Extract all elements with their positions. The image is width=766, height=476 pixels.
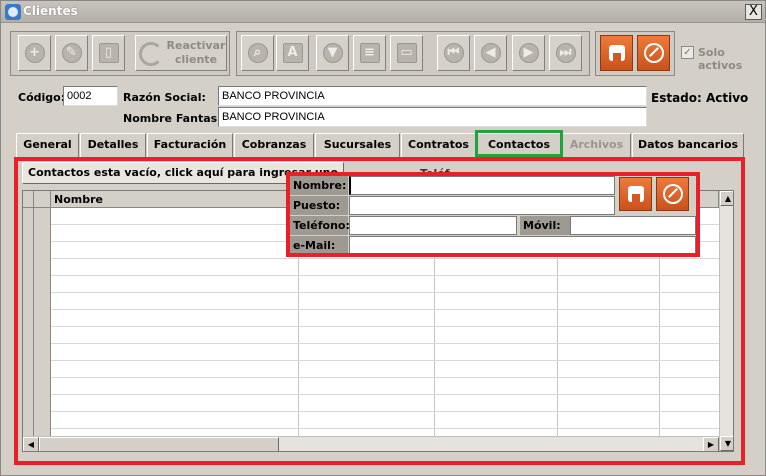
add-button[interactable]: +	[18, 35, 51, 71]
reactivar-label-line2: cliente	[174, 53, 218, 66]
cancel-icon	[643, 43, 664, 63]
nombre-fantasia-label: Nombre Fantasía:	[123, 112, 233, 125]
funnel-icon: ▼	[322, 43, 343, 63]
tab-detalles[interactable]: Detalles	[80, 133, 146, 157]
tab-cobranzas[interactable]: Cobranzas	[234, 133, 314, 157]
codigo-field[interactable]: 0002	[63, 86, 118, 106]
tab-sucursales[interactable]: Sucursales	[315, 133, 400, 157]
first-record-button[interactable]: ⏮	[437, 35, 470, 71]
pencil-icon: ✎	[61, 43, 82, 63]
printer-icon: ▭	[396, 43, 417, 63]
document-icon: ≡	[359, 43, 380, 63]
first-record-icon: ⏮	[443, 43, 464, 63]
tab-archivos: Archivos	[562, 133, 631, 157]
window-title: Clientes	[23, 4, 78, 18]
plus-icon: +	[24, 43, 45, 63]
cancel-button[interactable]	[637, 35, 670, 71]
magnifier-icon: ⌕	[247, 43, 268, 63]
previous-record-button[interactable]: ◀	[474, 35, 507, 71]
edit-panel-highlight	[286, 172, 700, 257]
search-button[interactable]: ⌕	[241, 35, 274, 71]
edit-button[interactable]: ✎	[55, 35, 88, 71]
estado-text: Estado: Activo	[651, 91, 749, 105]
nombre-fantasia-field[interactable]: BANCO PROVINCIA	[218, 107, 647, 127]
save-button[interactable]	[600, 35, 633, 71]
previous-record-icon: ◀	[480, 43, 501, 63]
report-button[interactable]: ≡	[353, 35, 386, 71]
title-bar: Clientes X	[1, 1, 765, 23]
solo-activos-checkbox[interactable]: ✓	[681, 46, 694, 59]
solo-activos-label: Solo activos	[698, 46, 743, 72]
next-record-button[interactable]: ▶	[512, 35, 545, 71]
tab-general[interactable]: General	[16, 133, 79, 157]
save-icon	[608, 45, 625, 61]
selected-tab-highlight	[475, 130, 563, 157]
tab-datos-bancarios[interactable]: Datos bancarios	[632, 133, 744, 157]
print-button[interactable]: ▭	[390, 35, 423, 71]
app-icon	[5, 4, 21, 20]
close-button[interactable]: X	[745, 4, 762, 20]
reactivate-icon	[139, 42, 163, 66]
codigo-label: Código:	[18, 91, 66, 104]
reactivar-label-line1: Reactivar	[166, 39, 226, 52]
delete-button[interactable]: ▯	[92, 35, 125, 71]
razon-social-label: Razón Social:	[123, 91, 206, 104]
last-record-button[interactable]: ⏭	[549, 35, 582, 71]
trash-icon: ▯	[98, 43, 119, 63]
last-record-icon: ⏭	[555, 43, 576, 63]
tab-contratos[interactable]: Contratos	[401, 133, 476, 157]
tab-facturacion[interactable]: Facturación	[147, 133, 233, 157]
filter-button[interactable]: ▼	[316, 35, 349, 71]
reactivar-cliente-button[interactable]: Reactivar cliente	[135, 35, 227, 71]
razon-social-field[interactable]: BANCO PROVINCIA	[218, 86, 647, 106]
sort-az-icon: A	[282, 43, 303, 63]
next-record-icon: ▶	[518, 43, 539, 63]
sort-button[interactable]: A	[276, 35, 309, 71]
